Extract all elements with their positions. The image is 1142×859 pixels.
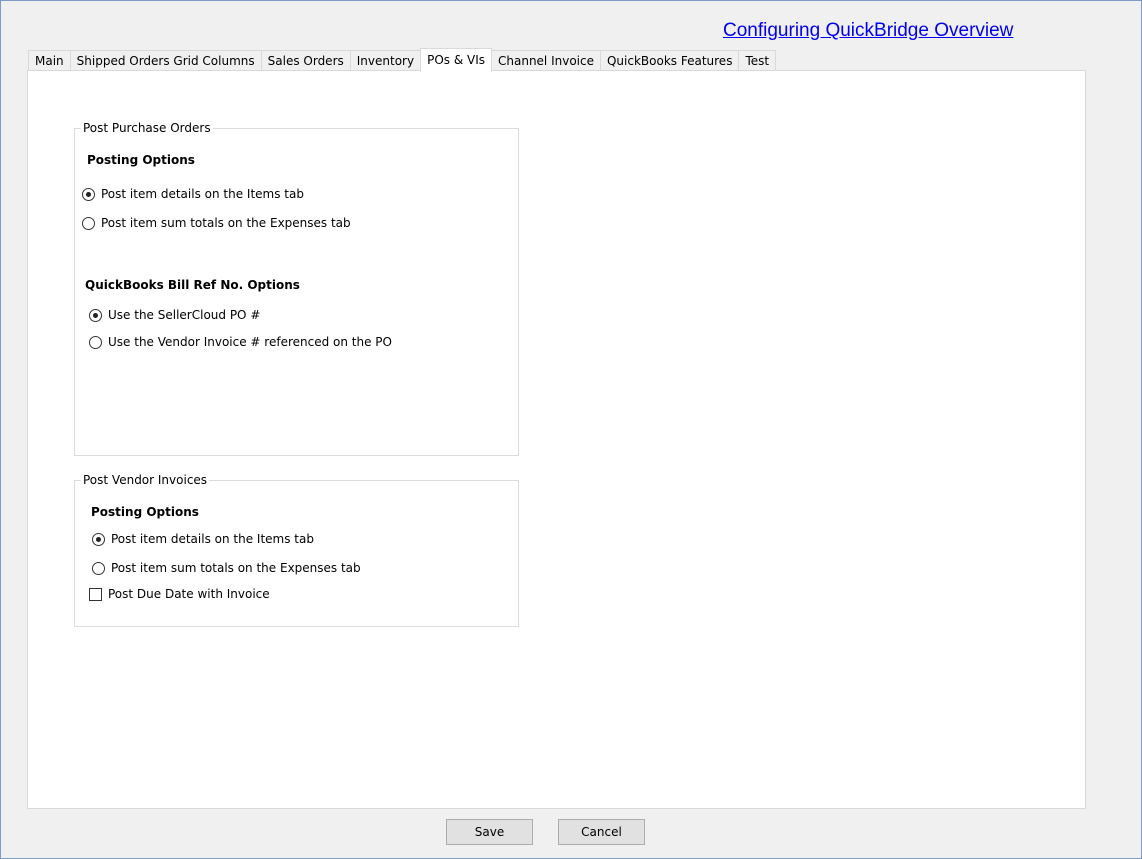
post-vendor-invoices-group: Post Vendor Invoices Posting Options Pos… — [74, 473, 519, 627]
post-vendor-invoices-legend: Post Vendor Invoices — [81, 473, 210, 487]
settings-window: Configuring QuickBridge Overview Main Sh… — [0, 0, 1142, 859]
option-label: Use the SellerCloud PO # — [108, 308, 261, 322]
tab-panel-pos-vis: Post Purchase Orders Posting Options Pos… — [27, 70, 1086, 809]
save-button[interactable]: Save — [446, 819, 533, 845]
po-radio-post-sum-totals[interactable]: Post item sum totals on the Expenses tab — [82, 216, 351, 230]
tab-shipped-orders-grid-columns[interactable]: Shipped Orders Grid Columns — [69, 50, 262, 71]
radio-checked-icon — [82, 187, 95, 201]
radio-unchecked-icon — [89, 335, 102, 349]
post-purchase-orders-group: Post Purchase Orders Posting Options Pos… — [74, 121, 519, 456]
radio-unchecked-icon — [92, 561, 105, 575]
vi-radio-post-sum-totals[interactable]: Post item sum totals on the Expenses tab — [92, 561, 361, 575]
help-link-configuring-quickbridge[interactable]: Configuring QuickBridge Overview — [723, 20, 1013, 42]
vi-posting-options-heading: Posting Options — [91, 505, 199, 519]
option-label: Post item sum totals on the Expenses tab — [111, 561, 361, 575]
tab-test[interactable]: Test — [738, 50, 777, 71]
po-radio-post-item-details[interactable]: Post item details on the Items tab — [82, 187, 304, 201]
tab-main[interactable]: Main — [28, 50, 71, 71]
option-label: Post item details on the Items tab — [101, 187, 304, 201]
tab-quickbooks-features[interactable]: QuickBooks Features — [599, 50, 740, 71]
option-label: Post item details on the Items tab — [111, 532, 314, 546]
post-purchase-orders-legend: Post Purchase Orders — [81, 121, 213, 135]
tab-pos-vis[interactable]: POs & VIs — [420, 48, 492, 72]
vi-checkbox-post-due-date[interactable]: Post Due Date with Invoice — [89, 587, 270, 601]
option-label: Post item sum totals on the Expenses tab — [101, 216, 351, 230]
option-label: Post Due Date with Invoice — [108, 587, 270, 601]
po-posting-options-heading: Posting Options — [87, 153, 195, 167]
checkbox-unchecked-icon — [89, 587, 102, 601]
cancel-button[interactable]: Cancel — [558, 819, 645, 845]
tab-sales-orders[interactable]: Sales Orders — [260, 50, 351, 71]
option-label: Use the Vendor Invoice # referenced on t… — [108, 335, 392, 349]
radio-checked-icon — [92, 532, 105, 546]
tab-strip: Main Shipped Orders Grid Columns Sales O… — [28, 48, 777, 72]
radio-checked-icon — [89, 308, 102, 322]
tab-inventory[interactable]: Inventory — [349, 50, 422, 71]
po-radio-use-vendor-invoice-number[interactable]: Use the Vendor Invoice # referenced on t… — [89, 335, 392, 349]
vi-radio-post-item-details[interactable]: Post item details on the Items tab — [92, 532, 314, 546]
radio-unchecked-icon — [82, 216, 95, 230]
tab-channel-invoice[interactable]: Channel Invoice — [491, 50, 601, 71]
po-radio-use-sellercloud-po[interactable]: Use the SellerCloud PO # — [89, 308, 260, 322]
po-billref-options-heading: QuickBooks Bill Ref No. Options — [85, 278, 300, 292]
